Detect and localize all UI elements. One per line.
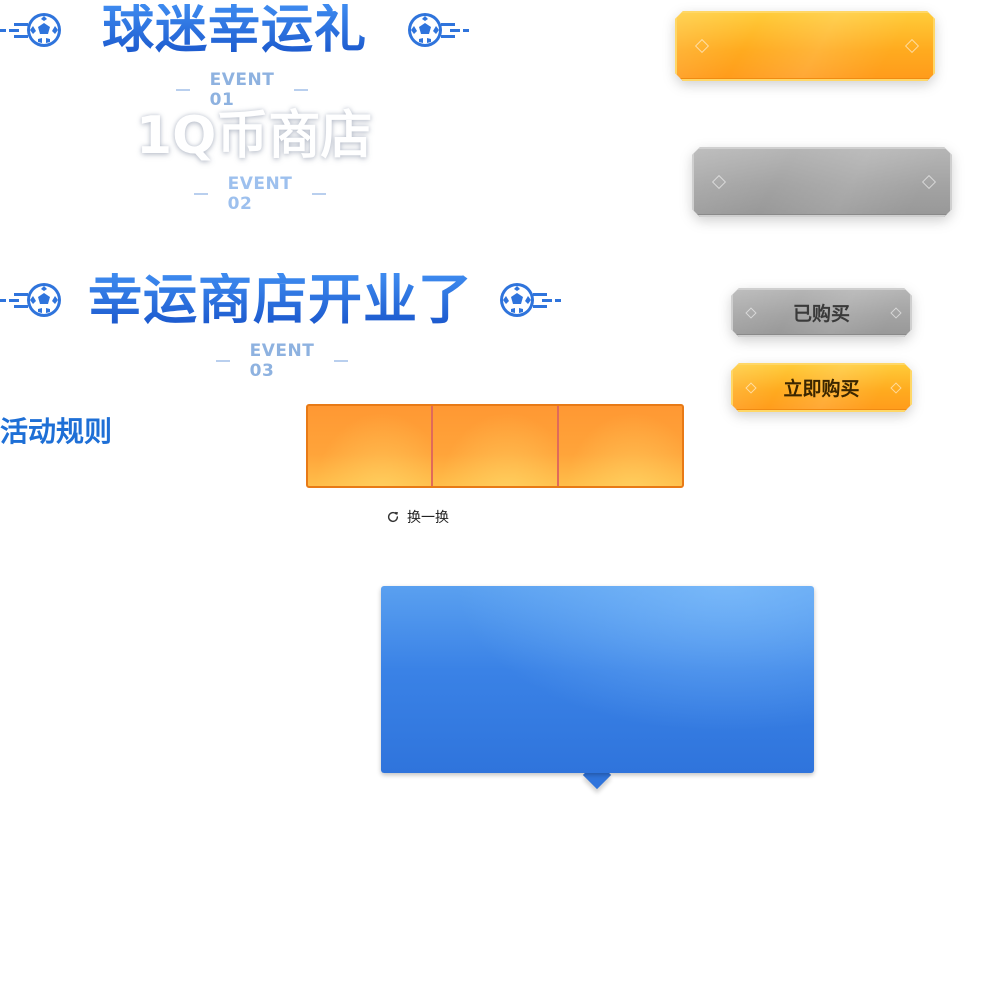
diamond-ornament xyxy=(745,382,756,393)
refresh-icon xyxy=(387,511,399,523)
event-number: EVENT 03 xyxy=(249,341,315,381)
divider xyxy=(216,360,230,362)
page-title: 幸运商店开业了 xyxy=(88,268,473,331)
tab-bar xyxy=(306,404,684,488)
white-title-event-2: 1Q币商店 xyxy=(136,106,373,166)
tab-glow xyxy=(308,406,432,486)
divider xyxy=(194,193,208,195)
event-label-2: EVENT 02 xyxy=(174,174,346,214)
divider xyxy=(176,89,190,91)
tab-glow xyxy=(433,406,557,486)
diamond-ornament xyxy=(890,307,901,318)
large-orange-button[interactable] xyxy=(675,11,935,81)
title-event-1: 球迷幸运礼 xyxy=(0,4,469,56)
event-label-3: EVENT 03 xyxy=(196,341,368,381)
large-gray-button[interactable] xyxy=(692,147,952,217)
buy-now-button-wrap: 立即购买 xyxy=(731,363,912,412)
refresh-button[interactable]: 换一换 xyxy=(386,507,449,527)
diamond-ornament xyxy=(890,382,901,393)
soccer-ball-icon xyxy=(497,280,561,320)
buy-now-button-label: 立即购买 xyxy=(783,378,860,400)
diamond-ornament xyxy=(922,175,936,189)
tab-glow xyxy=(558,406,682,486)
event-number: EVENT 01 xyxy=(209,70,275,110)
diamond-ornament xyxy=(745,307,756,318)
tab-3[interactable] xyxy=(556,406,682,486)
divider xyxy=(334,360,348,362)
title-event-3: 幸运商店开业了 xyxy=(0,273,561,327)
tab-1[interactable] xyxy=(308,406,432,486)
diamond-ornament xyxy=(695,39,709,53)
soccer-ball-icon xyxy=(0,10,64,50)
large-gray-button-wrap xyxy=(692,147,952,217)
page-title: 球迷幸运礼 xyxy=(102,0,368,60)
event-label-1: EVENT 01 xyxy=(156,70,328,110)
buy-now-button[interactable]: 立即购买 xyxy=(731,363,912,412)
rules-heading: 活动规则 xyxy=(0,415,113,448)
purchased-button[interactable]: 已购买 xyxy=(731,288,912,337)
tab-2[interactable] xyxy=(431,406,557,486)
purchased-button-label: 已购买 xyxy=(792,303,850,325)
event-number: EVENT 02 xyxy=(227,174,293,214)
large-orange-button-wrap xyxy=(675,11,935,81)
info-panel xyxy=(381,586,814,773)
soccer-ball-icon xyxy=(405,10,469,50)
diamond-ornament xyxy=(905,39,919,53)
divider xyxy=(294,89,308,91)
purchased-button-wrap: 已购买 xyxy=(731,288,912,337)
divider xyxy=(312,193,326,195)
refresh-label: 换一换 xyxy=(407,510,449,526)
diamond-ornament xyxy=(712,175,726,189)
soccer-ball-icon xyxy=(0,280,64,320)
